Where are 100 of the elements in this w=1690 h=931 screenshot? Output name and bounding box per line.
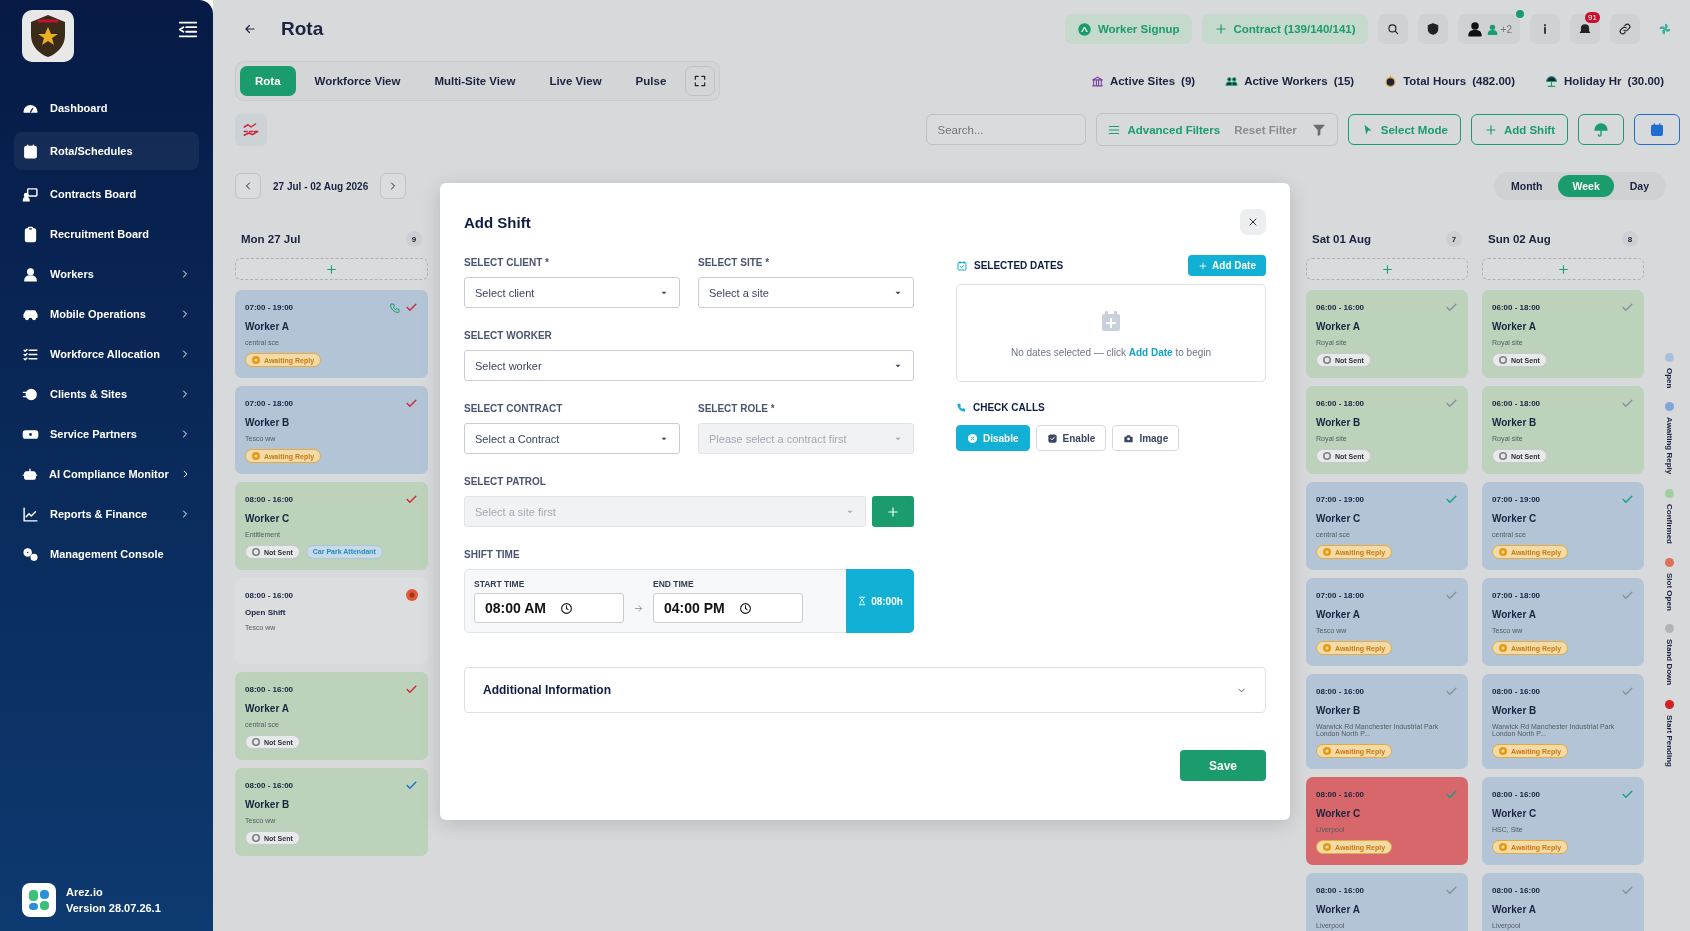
view-tab[interactable]: Live View (534, 66, 617, 96)
worker-name: Worker B (1492, 705, 1538, 716)
check-call-option[interactable]: Image (1112, 425, 1180, 451)
field-label: SELECT WORKER (464, 330, 553, 341)
start-time-field[interactable]: 08:00 AM (474, 593, 624, 623)
sidebar-item[interactable]: Workforce Allocation (14, 338, 199, 370)
search-button[interactable] (1377, 14, 1408, 44)
circle-icon (252, 834, 260, 842)
view-tab[interactable]: Workforce View (299, 66, 416, 96)
view-tab[interactable]: Multi-Site View (419, 66, 531, 96)
select-field[interactable]: Select worker (464, 350, 914, 381)
plus-icon (325, 262, 338, 276)
sidebar-item[interactable]: Rota/Schedules (14, 132, 199, 170)
circle-icon (1499, 356, 1507, 364)
add-patrol-button[interactable] (872, 496, 914, 527)
shift-time: 06:00 - 18:00 (1492, 399, 1541, 408)
chart-button[interactable] (235, 113, 267, 146)
sidebar-item[interactable]: Reports & Finance (14, 498, 199, 530)
close-button[interactable] (1240, 209, 1266, 235)
check-call-option[interactable]: Enable (1035, 425, 1107, 451)
link-button[interactable] (1610, 14, 1640, 44)
shift-time: 08:00 - 16:00 (245, 590, 294, 600)
view-toggle[interactable]: Day (1615, 175, 1663, 197)
view-tab[interactable]: Pulse (620, 66, 682, 96)
dialog-title: Add Shift (464, 213, 531, 231)
worker-name: Open Shift (245, 608, 287, 617)
version-text: Version 28.07.26.1 (66, 902, 161, 914)
plus-icon (886, 504, 900, 519)
calendar-button[interactable] (1634, 114, 1680, 145)
stat-label: Active Workers (1244, 75, 1328, 87)
phone-icon (956, 402, 967, 413)
sidebar-item[interactable]: Service Partners (14, 418, 199, 450)
additional-information-accordion[interactable]: Additional Information (464, 667, 1266, 713)
stat-label: Active Sites (1109, 75, 1176, 87)
online-dot (1516, 10, 1524, 18)
fullscreen-button[interactable] (685, 66, 716, 96)
search-icon (1385, 22, 1400, 36)
search-field[interactable]: Search... (926, 114, 1087, 145)
stat-value: (15) (1333, 75, 1355, 87)
worker-name: Worker A (245, 703, 290, 714)
view-toggle[interactable]: Month (1497, 175, 1557, 197)
add-shift-row[interactable] (1482, 258, 1644, 280)
chart-icon (242, 120, 260, 139)
previous-week-button[interactable] (235, 173, 261, 199)
worker-name: Worker B (1316, 705, 1362, 716)
plus-icon (1380, 262, 1394, 276)
clock-icon (252, 452, 260, 460)
notification-count: 91 (1585, 12, 1600, 23)
shield-logo[interactable] (22, 10, 74, 62)
presentation-icon (22, 185, 39, 203)
worker-name: Worker C (1492, 808, 1538, 819)
notifications-button[interactable]: 91 (1570, 14, 1600, 44)
calendar-icon (1649, 121, 1665, 138)
stat-label: Holiday Hr (1564, 75, 1622, 87)
shift-count: 9 (406, 231, 422, 247)
legend-label: Stand Down (1664, 639, 1674, 686)
sidebar-item[interactable]: Management Console (14, 538, 199, 570)
info-button[interactable] (1530, 14, 1560, 44)
worker-name: Worker C (1492, 513, 1538, 524)
worker-name: Worker B (245, 417, 291, 428)
select-field[interactable]: Select client (464, 277, 680, 308)
next-week-button[interactable] (380, 173, 407, 199)
clock-icon (1323, 843, 1331, 851)
brand-name: Arez.io (66, 886, 104, 898)
camera-icon (1123, 432, 1135, 444)
stopwatch-icon (1384, 74, 1398, 88)
clock-icon (1323, 548, 1331, 556)
duration-display: 08:00h (846, 569, 914, 633)
shift-time: 08:00 - 16:00 (1492, 687, 1541, 696)
sidebar-item[interactable]: Mobile Operations (14, 298, 199, 330)
sidebar-item[interactable]: Contracts Board (14, 178, 199, 210)
worker-name: Worker A (1492, 609, 1537, 620)
umbrella-beach-icon (1545, 74, 1559, 88)
worker-name: Worker A (1316, 904, 1361, 915)
add-shift-row[interactable] (235, 258, 428, 280)
shield-button[interactable] (1417, 14, 1448, 44)
clock-icon (559, 601, 573, 615)
circle-icon (1323, 356, 1331, 364)
calendar-check-icon (956, 259, 968, 272)
sidebar-item[interactable]: AI Compliance Monitor (14, 458, 199, 490)
field-label: SELECT PATROL (464, 476, 547, 487)
add-shift-row[interactable] (1306, 258, 1468, 280)
signup-icon (1076, 21, 1092, 37)
shift-time: 08:00 - 16:00 (245, 495, 294, 504)
circle-icon (252, 548, 260, 556)
select-field[interactable]: Select a Contract (464, 423, 680, 454)
day-title: Mon 27 Jul (241, 233, 301, 245)
holiday-button[interactable] (1578, 114, 1624, 145)
sidebar-item[interactable]: Dashboard (14, 92, 199, 124)
sidebar-item[interactable]: Workers (14, 258, 199, 290)
app-logo (22, 883, 56, 917)
clock-icon (1499, 747, 1507, 755)
end-time-field[interactable]: 04:00 PM (653, 593, 803, 623)
sidebar-item[interactable]: Recruitment Board (14, 218, 199, 250)
worker-name: Worker A (1492, 904, 1537, 915)
user-icon (1485, 22, 1499, 36)
select-field[interactable]: Select a site (698, 277, 914, 308)
field-label: SELECT ROLE * (698, 403, 776, 414)
stat-value: (9) (1181, 75, 1196, 87)
sidebar-item[interactable]: Clients & Sites (14, 378, 199, 410)
